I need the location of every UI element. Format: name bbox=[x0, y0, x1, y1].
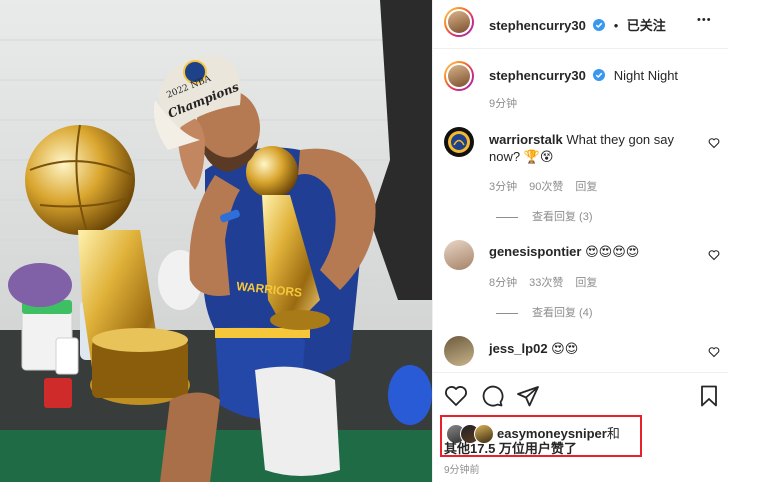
view-replies-button[interactable]: 查看回复 (3) bbox=[496, 208, 593, 224]
follow-status-button[interactable]: 已关注 bbox=[627, 18, 666, 33]
view-replies-button[interactable]: 查看回复 (4) bbox=[496, 304, 593, 320]
comment-avatar[interactable] bbox=[444, 240, 474, 270]
comment-like-icon[interactable] bbox=[708, 137, 720, 149]
comment-text: 😍😍 bbox=[551, 341, 579, 356]
post-photo-illustration: 2022 NBA Champions WARRIORS bbox=[0, 0, 432, 482]
view-replies-line bbox=[496, 216, 518, 218]
share-icon[interactable] bbox=[516, 384, 540, 408]
comment-time[interactable]: 8分钟 bbox=[489, 277, 517, 289]
comment-reply-button[interactable]: 回复 bbox=[575, 181, 597, 193]
caption-text: Night Night bbox=[613, 68, 679, 83]
view-replies-label: 查看回复 (4) bbox=[532, 307, 593, 319]
caption-username[interactable]: stephencurry30 bbox=[489, 68, 586, 83]
save-bookmark-icon[interactable] bbox=[697, 384, 721, 408]
caption-avatar[interactable] bbox=[444, 61, 474, 91]
comment-body: genesispontier 😍😍😍😍 bbox=[489, 243, 699, 260]
page-gutter bbox=[728, 0, 757, 482]
actions-divider bbox=[432, 372, 728, 373]
comment-body: jess_lp02 😍😍 bbox=[489, 340, 699, 357]
comment-like-icon[interactable] bbox=[708, 346, 720, 358]
comment-like-count[interactable]: 90次赞 bbox=[529, 181, 563, 193]
caption: stephencurry30 Night Night bbox=[489, 67, 678, 85]
comment-like-icon[interactable] bbox=[708, 249, 720, 261]
post-photo[interactable]: 2022 NBA Champions WARRIORS bbox=[0, 0, 432, 482]
verified-badge-icon bbox=[593, 19, 606, 31]
comment-like-count[interactable]: 33次赞 bbox=[529, 277, 563, 289]
comment-username[interactable]: jess_lp02 bbox=[489, 341, 548, 356]
post-timestamp[interactable]: 9分钟前 bbox=[444, 461, 480, 476]
comment-body: warriorstalk What they gon say now? 🏆😵 bbox=[489, 131, 699, 165]
caption-time[interactable]: 9分钟 bbox=[489, 95, 517, 111]
comment-reply-button[interactable]: 回复 bbox=[575, 277, 597, 289]
like-icon[interactable] bbox=[444, 384, 468, 408]
comment-username[interactable]: genesispontier bbox=[489, 244, 581, 259]
comment-meta: 8分钟 33次赞 回复 bbox=[489, 274, 609, 290]
comment-icon[interactable] bbox=[480, 384, 504, 408]
verified-badge-icon bbox=[593, 69, 606, 81]
comment-avatar[interactable] bbox=[444, 336, 474, 366]
warriors-logo-icon bbox=[448, 131, 470, 153]
view-replies-label: 查看回复 (3) bbox=[532, 211, 593, 223]
more-options-icon[interactable]: ••• bbox=[697, 14, 712, 26]
header-username[interactable]: stephencurry30 bbox=[489, 18, 586, 33]
comment-username[interactable]: warriorstalk bbox=[489, 132, 563, 147]
author-avatar[interactable] bbox=[444, 7, 474, 37]
comment-meta: 3分钟 90次赞 回复 bbox=[489, 178, 609, 194]
comment-time[interactable]: 3分钟 bbox=[489, 181, 517, 193]
likes-suffix: 和 bbox=[606, 426, 620, 441]
header-row: stephencurry30 • 已关注 bbox=[489, 15, 666, 35]
view-replies-line bbox=[496, 312, 518, 314]
comment-avatar[interactable] bbox=[444, 127, 474, 157]
likes-count[interactable]: 其他17.5 万位用户赞了 bbox=[444, 438, 577, 457]
header-separator: • bbox=[613, 18, 619, 33]
header-divider bbox=[432, 48, 728, 49]
comment-text: 😍😍😍😍 bbox=[585, 244, 640, 259]
